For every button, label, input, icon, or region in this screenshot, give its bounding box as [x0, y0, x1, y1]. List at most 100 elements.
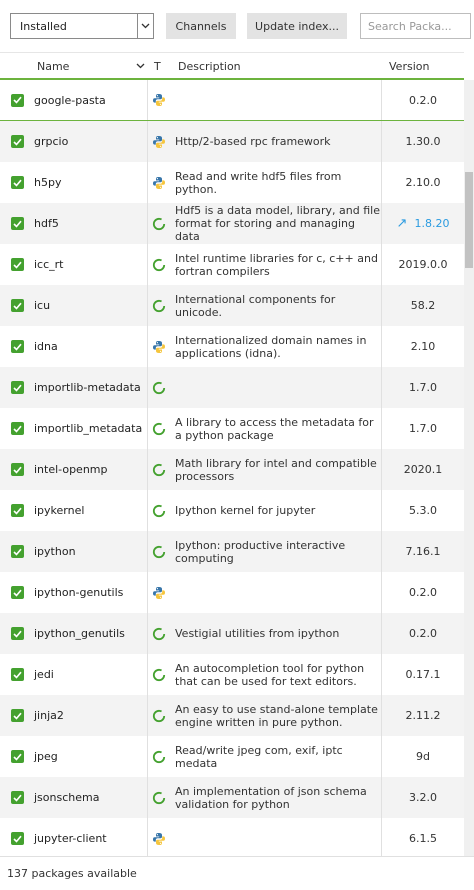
- scrollbar-thumb[interactable]: [465, 172, 473, 268]
- package-description: A library to access the metadata for a p…: [175, 415, 374, 442]
- installed-checkbox[interactable]: [11, 285, 25, 326]
- package-name: intel-openmp: [34, 463, 108, 476]
- vertical-scrollbar[interactable]: [464, 80, 474, 856]
- package-description: An easy to use stand-alone template engi…: [175, 702, 378, 729]
- table-row[interactable]: intel-openmp Math library for intel and c…: [0, 449, 464, 490]
- column-header-description[interactable]: Description: [178, 53, 378, 79]
- column-header-name[interactable]: Name: [37, 53, 147, 79]
- filter-select-value: Installed: [20, 19, 67, 33]
- column-divider: [147, 654, 148, 695]
- column-divider: [147, 736, 148, 777]
- installed-checkbox[interactable]: [11, 613, 25, 654]
- installed-checkbox[interactable]: [11, 818, 25, 856]
- check-icon: [11, 422, 24, 435]
- channels-button[interactable]: Channels: [166, 13, 236, 39]
- version-label: 2019.0.0: [398, 258, 448, 271]
- table-row[interactable]: icu International components for unicode.…: [0, 285, 464, 326]
- installed-checkbox[interactable]: [11, 162, 25, 203]
- package-description: Math library for intel and compatible pr…: [175, 456, 377, 483]
- installed-checkbox[interactable]: [11, 80, 25, 120]
- table-row[interactable]: ipykernel Ipython kernel for jupyter 5.3.0: [0, 490, 464, 531]
- table-row[interactable]: jpeg Read/write jpeg com, exif, iptc meda…: [0, 736, 464, 777]
- version-label: 1.7.0: [409, 422, 437, 435]
- version-label: 5.3.0: [409, 504, 437, 517]
- table-row[interactable]: google-pasta 0.2.0: [0, 80, 464, 121]
- installed-checkbox[interactable]: [11, 367, 25, 408]
- table-row[interactable]: idna Internationalized domain names in ap…: [0, 326, 464, 367]
- package-version: 2.10.0: [382, 162, 464, 203]
- installed-checkbox[interactable]: [11, 408, 25, 449]
- column-divider: [147, 408, 148, 449]
- conda-icon: [151, 613, 167, 654]
- package-description: Ipython: productive interactive computin…: [175, 538, 346, 565]
- installed-checkbox[interactable]: [11, 654, 25, 695]
- column-divider: [147, 531, 148, 572]
- installed-checkbox[interactable]: [11, 449, 25, 490]
- column-divider: [147, 367, 148, 408]
- package-name: h5py: [34, 176, 62, 189]
- check-icon: [11, 545, 24, 558]
- version-label: 7.16.1: [405, 545, 441, 558]
- table-row[interactable]: importlib_metadata A library to access th…: [0, 408, 464, 449]
- filter-select[interactable]: Installed: [10, 13, 154, 39]
- package-name: grpcio: [34, 135, 69, 148]
- table-row[interactable]: ipython-genutils 0.2.0: [0, 572, 464, 613]
- version-label: 1.30.0: [405, 135, 441, 148]
- check-icon: [11, 217, 24, 230]
- column-divider: [147, 449, 148, 490]
- installed-checkbox[interactable]: [11, 244, 25, 285]
- table-row[interactable]: jupyter-client 6.1.5: [0, 818, 464, 856]
- installed-checkbox[interactable]: [11, 326, 25, 367]
- installed-checkbox[interactable]: [11, 736, 25, 777]
- package-version: 1.7.0: [382, 408, 464, 449]
- conda-icon: [151, 777, 167, 818]
- python-icon: [151, 572, 167, 613]
- installed-checkbox[interactable]: [11, 121, 25, 162]
- table-row[interactable]: jsonschema An implementation of json sche…: [0, 777, 464, 818]
- installed-checkbox[interactable]: [11, 203, 25, 244]
- package-version: 3.2.0: [382, 777, 464, 818]
- table-row[interactable]: grpcio Http/2-based rpc framework 1.30.0: [0, 121, 464, 162]
- package-name: jpeg: [34, 750, 58, 763]
- column-divider: [147, 80, 148, 120]
- package-version: 5.3.0: [382, 490, 464, 531]
- version-label: 6.1.5: [409, 832, 437, 845]
- conda-icon: [151, 654, 167, 695]
- package-name: importlib_metadata: [34, 422, 143, 435]
- table-row[interactable]: importlib-metadata 1.7.0: [0, 367, 464, 408]
- check-icon: [11, 258, 24, 271]
- table-row[interactable]: ipython Ipython: productive interactive c…: [0, 531, 464, 572]
- check-icon: [11, 93, 24, 107]
- table-row[interactable]: icc_rt Intel runtime libraries for c, c++…: [0, 244, 464, 285]
- table-row[interactable]: jedi An autocompletion tool for python th…: [0, 654, 464, 695]
- update-arrow-icon[interactable]: ↗: [397, 216, 408, 231]
- installed-checkbox[interactable]: [11, 490, 25, 531]
- sort-chevron-icon[interactable]: [134, 53, 146, 79]
- installed-checkbox[interactable]: [11, 531, 25, 572]
- column-header-type[interactable]: T: [154, 53, 166, 79]
- table-row[interactable]: hdf5 Hdf5 is a data model, library, and f…: [0, 203, 464, 244]
- column-header-version[interactable]: Version: [389, 53, 459, 79]
- column-divider: [147, 285, 148, 326]
- installed-checkbox[interactable]: [11, 695, 25, 736]
- package-name: hdf5: [34, 217, 59, 230]
- table-row[interactable]: ipython_genutils Vestigial utilities from…: [0, 613, 464, 654]
- version-label: 0.2.0: [409, 93, 437, 107]
- toolbar: Installed Channels Update index...: [0, 0, 474, 52]
- package-description: Vestigial utilities from ipython: [175, 627, 340, 640]
- chevron-down-icon[interactable]: [137, 14, 153, 38]
- version-label: 2.11.2: [405, 709, 441, 722]
- installed-checkbox[interactable]: [11, 777, 25, 818]
- column-divider: [147, 695, 148, 736]
- installed-checkbox[interactable]: [11, 572, 25, 613]
- python-icon: [151, 326, 167, 367]
- update-index-button[interactable]: Update index...: [247, 13, 347, 39]
- table-row[interactable]: h5py Read and write hdf5 files from pytho…: [0, 162, 464, 203]
- search-input[interactable]: [360, 13, 471, 39]
- table-row[interactable]: jinja2 An easy to use stand-alone templat…: [0, 695, 464, 736]
- package-name: jinja2: [34, 709, 64, 722]
- package-version: 1.7.0: [382, 367, 464, 408]
- package-description: [175, 367, 380, 408]
- package-description: International components for unicode.: [175, 292, 336, 319]
- package-version[interactable]: ↗ 1.8.20: [382, 203, 464, 244]
